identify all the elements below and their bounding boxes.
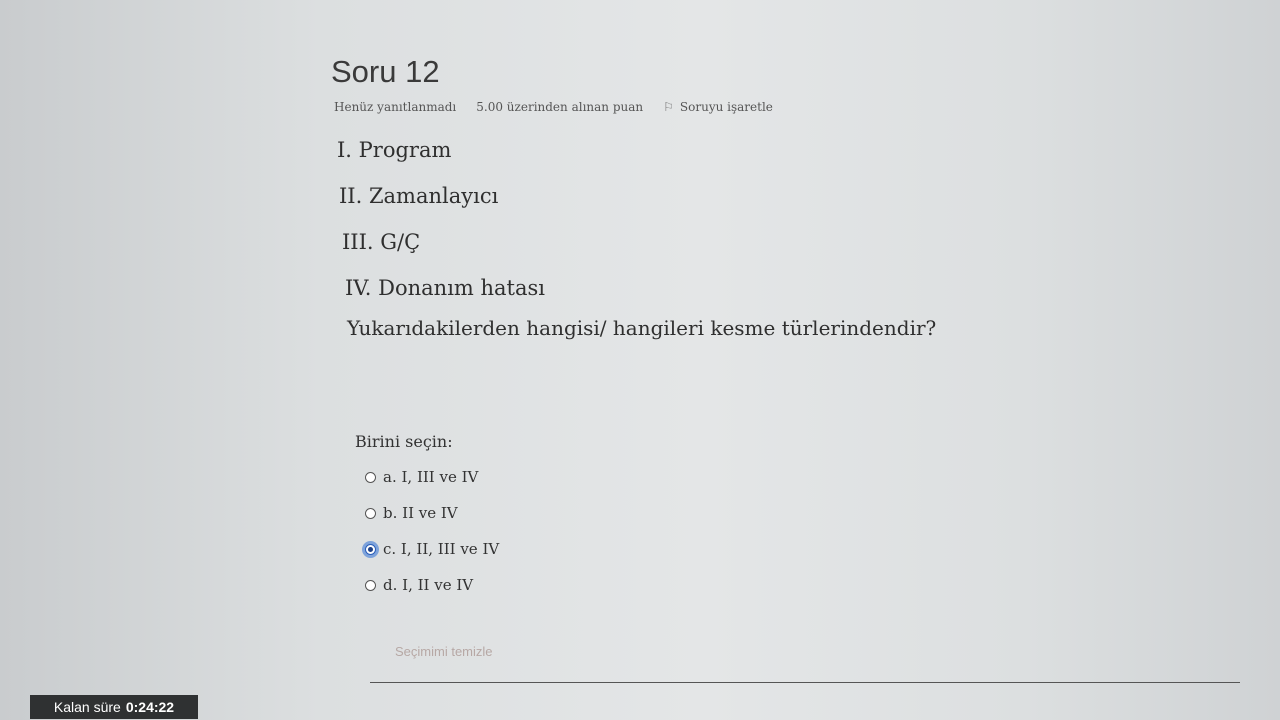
option-c-radio[interactable] bbox=[365, 543, 376, 555]
flag-question-label: Soruyu işaretle bbox=[679, 100, 773, 114]
stem-item-1: I. Program bbox=[337, 138, 452, 162]
question-points: 5.00 üzerinden alınan puan bbox=[476, 100, 644, 114]
remaining-time-badge: Kalan süre 0:24:22 bbox=[30, 695, 198, 719]
select-one-label: Birini seçin: bbox=[355, 432, 453, 451]
answer-status: Henüz yanıtlanmadı bbox=[334, 100, 457, 114]
remaining-time-value: 0:24:22 bbox=[125, 699, 175, 715]
answer-options: a. I, III ve IV b. II ve IV c. I, II, II… bbox=[365, 459, 499, 603]
option-c[interactable]: c. I, II, III ve IV bbox=[365, 531, 499, 567]
question-stem: I. Program II. Zamanlayıcı III. G/Ç IV. … bbox=[337, 138, 936, 362]
divider bbox=[370, 682, 1240, 683]
quiz-page: Soru 12 Henüz yanıtlanmadı 5.00 üzerinde… bbox=[0, 0, 1280, 720]
option-b-label[interactable]: b. II ve IV bbox=[383, 504, 458, 522]
flag-icon: ⚐ bbox=[663, 100, 674, 114]
clear-selection-link[interactable]: Seçimimi temizle bbox=[395, 644, 493, 659]
option-b-radio[interactable] bbox=[365, 507, 376, 519]
stem-item-3: III. G/Ç bbox=[342, 230, 421, 254]
remaining-time-label: Kalan süre bbox=[53, 699, 121, 715]
option-a-radio[interactable] bbox=[365, 471, 376, 483]
option-b[interactable]: b. II ve IV bbox=[365, 495, 499, 531]
option-a-label[interactable]: a. I, III ve IV bbox=[383, 468, 478, 486]
flag-question-link[interactable]: ⚐ Soruyu işaretle bbox=[663, 100, 773, 114]
stem-item-2: II. Zamanlayıcı bbox=[339, 184, 499, 208]
question-info: Henüz yanıtlanmadı 5.00 üzerinden alınan… bbox=[334, 100, 773, 114]
option-d-label[interactable]: d. I, II ve IV bbox=[383, 576, 473, 594]
question-number: Soru 12 bbox=[331, 54, 440, 89]
option-a[interactable]: a. I, III ve IV bbox=[365, 459, 499, 495]
question-text: Yukarıdakilerden hangisi/ hangileri kesm… bbox=[347, 316, 937, 340]
option-c-label[interactable]: c. I, II, III ve IV bbox=[383, 540, 499, 558]
option-d[interactable]: d. I, II ve IV bbox=[365, 567, 499, 603]
option-d-radio[interactable] bbox=[365, 579, 376, 591]
